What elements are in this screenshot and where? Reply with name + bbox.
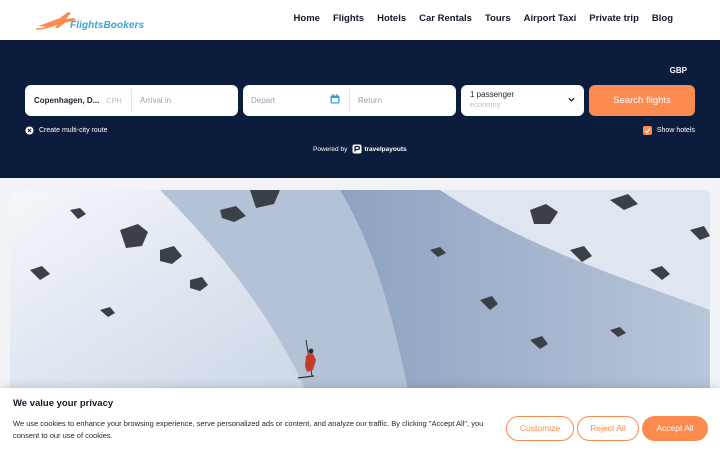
destination-input[interactable]: Arrival in: [140, 96, 171, 105]
cookie-title: We value your privacy: [13, 398, 114, 409]
close-circle-icon: [25, 126, 34, 135]
flight-search-banner: GBP Copenhagen, D... CPH Arrival in Depa…: [0, 40, 720, 178]
currency-selector[interactable]: GBP: [670, 66, 687, 75]
multi-city-label: Create multi-city route: [39, 127, 108, 134]
depart-date-input[interactable]: Depart: [251, 96, 275, 105]
powered-by: Powered by travelpayouts: [313, 144, 407, 154]
site-logo-text[interactable]: FlightsBookers: [70, 20, 144, 31]
cabin-class: economy: [470, 100, 501, 109]
skier-mountain-photo: [10, 190, 710, 400]
nav-flights[interactable]: Flights: [333, 13, 364, 24]
reject-all-button[interactable]: Reject All: [577, 416, 639, 441]
cookie-consent-banner: We value your privacy We use cookies to …: [0, 388, 720, 450]
powered-by-label: Powered by: [313, 145, 348, 153]
top-header: FlightsBookers Home Flights Hotels Car R…: [0, 0, 720, 40]
accept-all-button[interactable]: Accept All: [642, 416, 708, 441]
cookie-text: We use cookies to enhance your browsing …: [13, 419, 484, 440]
chevron-down-icon: [568, 97, 575, 102]
show-hotels-checkbox[interactable]: Show hotels: [642, 126, 695, 135]
show-hotels-label: Show hotels: [656, 127, 695, 134]
field-divider: [349, 89, 350, 112]
checkbox-checked-icon: [642, 126, 652, 135]
passenger-count: 1 passenger: [470, 90, 515, 99]
dates-field: Depart Return: [243, 85, 456, 116]
origin-destination-field: Copenhagen, D... CPH Arrival in: [25, 85, 238, 116]
nav-car-rentals[interactable]: Car Rentals: [419, 13, 472, 24]
search-flights-button[interactable]: Search flights: [589, 85, 695, 116]
nav-private-trip[interactable]: Private trip: [589, 13, 639, 24]
origin-input[interactable]: Copenhagen, D...: [34, 96, 99, 105]
hero-image: [10, 190, 710, 400]
customize-button[interactable]: Customize: [506, 416, 574, 441]
nav-airport-taxi[interactable]: Airport Taxi: [524, 13, 577, 24]
nav-home[interactable]: Home: [294, 13, 320, 24]
field-divider: [131, 89, 132, 112]
nav-hotels[interactable]: Hotels: [377, 13, 406, 24]
multi-city-link[interactable]: Create multi-city route: [25, 126, 107, 135]
calendar-icon[interactable]: [330, 94, 340, 104]
passengers-dropdown[interactable]: 1 passenger economy: [461, 85, 584, 116]
return-date-input[interactable]: Return: [358, 96, 382, 105]
origin-code: CPH: [106, 96, 122, 105]
travelpayouts-logo-icon: [352, 144, 362, 154]
main-nav: Home Flights Hotels Car Rentals Tours Ai…: [281, 13, 673, 24]
nav-blog[interactable]: Blog: [652, 13, 673, 24]
nav-tours[interactable]: Tours: [485, 13, 511, 24]
partner-name: travelpayouts: [364, 145, 407, 153]
